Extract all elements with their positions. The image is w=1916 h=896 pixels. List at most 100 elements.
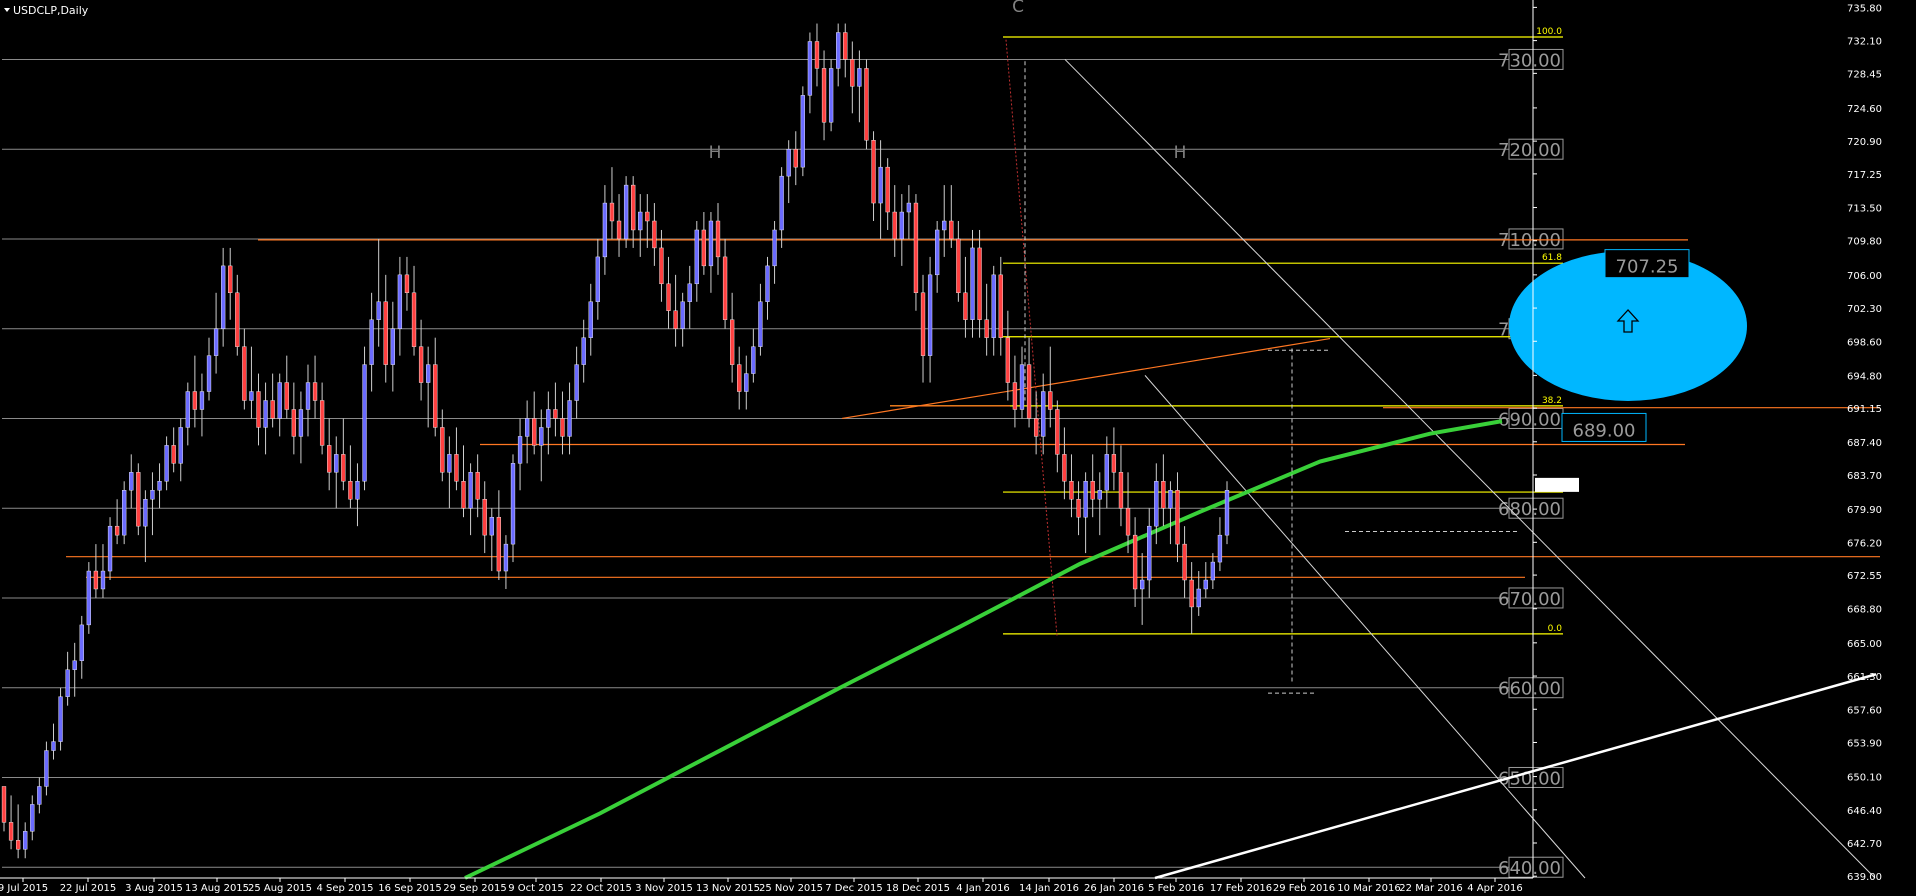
long-trend-line[interactable] <box>1154 673 1877 880</box>
candle-body <box>185 391 190 428</box>
candle-body <box>72 660 77 670</box>
x-tick-label: 22 Oct 2015 <box>570 883 632 894</box>
candle-body <box>213 328 219 356</box>
y-tick-label: 679.90 <box>1847 505 1882 516</box>
candle-body <box>694 229 699 285</box>
trend-channel[interactable] <box>1005 39 1877 880</box>
x-tick-label: 18 Dec 2015 <box>886 883 950 894</box>
candle-body <box>1161 481 1166 509</box>
pattern-label: H <box>709 143 722 163</box>
fib-level-label: 38.2 <box>1542 396 1562 406</box>
candle-body <box>79 624 84 661</box>
candle-body <box>857 68 862 87</box>
candle-body <box>228 265 233 294</box>
candle-body <box>447 454 452 473</box>
x-tick-label: 9 Jul 2015 <box>0 883 48 894</box>
candle-body <box>546 409 551 428</box>
y-tick-label: 650.10 <box>1847 773 1882 784</box>
y-tick-label: 657.60 <box>1847 705 1882 716</box>
pattern-label: C <box>1012 0 1024 17</box>
candle-body <box>751 346 756 374</box>
candle-body <box>977 247 982 320</box>
candle-body <box>779 175 784 231</box>
candle-body <box>221 265 226 329</box>
candle-body <box>1210 561 1216 581</box>
candle-body <box>355 481 360 500</box>
candle-body <box>524 418 530 437</box>
price-chart[interactable]: 730.00720.00710.00700.00690.00680.00670.… <box>0 0 1916 896</box>
x-tick-label: 10 Mar 2016 <box>1337 883 1400 894</box>
candle-body <box>906 202 912 213</box>
y-tick-label: 720.90 <box>1847 137 1882 148</box>
candle-body <box>942 220 947 231</box>
candle-body <box>157 481 162 491</box>
chart-header: USDCLP,Daily <box>4 4 89 17</box>
round-level-label: 670.00 <box>1498 589 1561 610</box>
x-tick-label: 22 Jul 2015 <box>60 883 117 894</box>
candle-body <box>850 59 855 87</box>
x-tick-label: 16 Sep 2015 <box>378 883 441 894</box>
candle-body <box>800 95 805 168</box>
candle-body <box>645 211 650 222</box>
candle-body <box>1090 481 1095 500</box>
candle-body <box>687 283 692 302</box>
candle-body <box>659 247 664 285</box>
candle-body <box>970 247 975 320</box>
candle-body <box>623 184 629 240</box>
candle-body <box>828 68 834 123</box>
x-tick-label: 25 Nov 2015 <box>759 883 823 894</box>
candle-body <box>567 400 572 437</box>
candle-body <box>86 570 91 626</box>
candle-body <box>496 516 501 572</box>
candle-body <box>963 292 968 320</box>
candle-body <box>369 319 374 365</box>
x-tick-label: 13 Aug 2015 <box>185 883 249 894</box>
candle-body <box>984 319 989 338</box>
y-tick-label: 639.00 <box>1847 872 1882 883</box>
y-tick-label: 735.80 <box>1847 3 1882 14</box>
candle-body <box>107 525 113 572</box>
candle-body <box>242 346 247 401</box>
candle-body <box>616 220 622 240</box>
round-level-label: 640.00 <box>1498 858 1561 879</box>
candle-body <box>864 68 869 141</box>
candle-body <box>1132 534 1138 590</box>
x-tick-label: 3 Aug 2015 <box>125 883 183 894</box>
x-tick-label: 22 Mar 2016 <box>1399 883 1462 894</box>
candle-body <box>1168 490 1173 509</box>
candle-body <box>588 301 593 338</box>
fib-level-label: 100.0 <box>1536 27 1562 37</box>
y-tick-label: 713.50 <box>1847 204 1882 215</box>
candle-body <box>744 373 749 392</box>
candle-body <box>730 319 735 365</box>
y-tick-label: 691.15 <box>1847 404 1882 415</box>
candle-body <box>722 256 728 320</box>
candle-body <box>37 786 42 805</box>
round-level-label: 730.00 <box>1498 50 1561 71</box>
candle-body <box>284 382 289 410</box>
candle-body <box>199 391 205 410</box>
candle-body <box>270 400 275 419</box>
y-tick-label: 698.60 <box>1847 337 1882 348</box>
candle-body <box>362 364 367 482</box>
candle-body <box>319 400 325 446</box>
candle-body <box>376 301 381 320</box>
x-tick-label: 4 Jan 2016 <box>956 883 1010 894</box>
chart-window[interactable]: 730.00720.00710.00700.00690.00680.00670.… <box>0 0 1916 896</box>
x-tick-label: 3 Nov 2015 <box>635 883 693 894</box>
candle-body <box>956 238 961 294</box>
y-tick-label: 668.80 <box>1847 605 1882 616</box>
candle-body <box>821 68 827 123</box>
candle-body <box>1175 490 1180 545</box>
candle-body <box>836 32 841 69</box>
candle-body <box>631 184 636 231</box>
candle-body <box>517 436 523 464</box>
candle-body <box>164 445 169 482</box>
candle-body <box>143 499 148 527</box>
channel-line[interactable] <box>1064 59 1876 879</box>
candle-body <box>715 220 721 258</box>
x-tick-label: 25 Aug 2015 <box>248 883 312 894</box>
triangle-down-icon[interactable] <box>4 8 10 12</box>
y-tick-label: 683.70 <box>1847 471 1882 482</box>
candle-body <box>814 41 820 69</box>
